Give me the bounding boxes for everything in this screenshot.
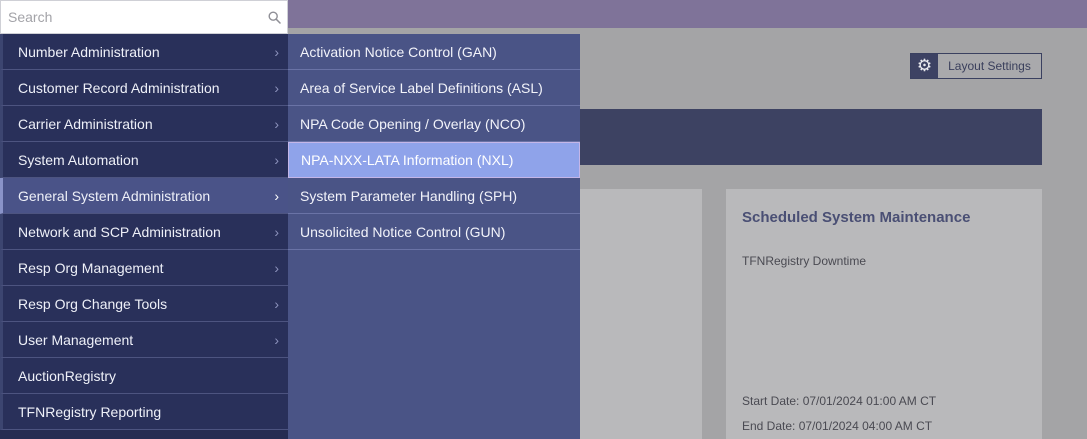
- menu-item-customer-record-administration[interactable]: Customer Record Administration ›: [0, 70, 288, 106]
- menu-item-resp-org-management[interactable]: Resp Org Management ›: [0, 250, 288, 286]
- gear-icon: ⚙: [911, 54, 938, 78]
- menu-item-tfnregistry-reporting[interactable]: TFNRegistry Reporting: [0, 394, 288, 430]
- submenu-item-activation-notice-control[interactable]: Activation Notice Control (GAN): [288, 34, 580, 70]
- menu-item-user-management[interactable]: User Management ›: [0, 322, 288, 358]
- main-menu: Number Administration › Customer Record …: [0, 34, 288, 439]
- menu-item-label: Carrier Administration: [18, 115, 153, 132]
- chevron-right-icon: ›: [274, 295, 279, 312]
- menu-item-label: General System Administration: [18, 187, 211, 204]
- menu-item-label: Customer Record Administration: [18, 79, 220, 96]
- menu-item-label: Resp Org Management: [18, 259, 164, 276]
- chevron-right-icon: ›: [274, 115, 279, 132]
- menu-item-label: User Management: [18, 331, 134, 348]
- dashboard-card: [580, 189, 702, 439]
- search-icon[interactable]: [261, 10, 287, 24]
- menu-item-label: Resp Org Change Tools: [18, 295, 168, 312]
- search-input[interactable]: [1, 1, 261, 33]
- chevron-right-icon: ›: [274, 151, 279, 168]
- submenu-item-npa-code-opening-overlay[interactable]: NPA Code Opening / Overlay (NCO): [288, 106, 580, 142]
- layout-settings-label: Layout Settings: [948, 59, 1031, 73]
- dashboard-banner: [580, 109, 1042, 165]
- layout-settings-button[interactable]: ⚙ Layout Settings: [910, 53, 1042, 79]
- chevron-right-icon: ›: [274, 223, 279, 240]
- menu-item-label: Number Administration: [18, 43, 160, 60]
- submenu-item-area-of-service-label-definitions[interactable]: Area of Service Label Definitions (ASL): [288, 70, 580, 106]
- chevron-right-icon: ›: [274, 79, 279, 96]
- menu-item-label: TFNRegistry Reporting: [18, 403, 162, 420]
- chevron-right-icon: ›: [274, 331, 279, 348]
- menu-item-label: AuctionRegistry: [18, 367, 117, 384]
- menu-item-carrier-administration[interactable]: Carrier Administration ›: [0, 106, 288, 142]
- submenu-item-unsolicited-notice-control[interactable]: Unsolicited Notice Control (GUN): [288, 214, 580, 250]
- maintenance-card: Scheduled System Maintenance TFNRegistry…: [726, 189, 1042, 439]
- menu-item-network-and-scp-administration[interactable]: Network and SCP Administration ›: [0, 214, 288, 250]
- chevron-right-icon: ›: [274, 187, 279, 204]
- menu-item-label: Network and SCP Administration: [18, 223, 221, 240]
- top-bar: [288, 0, 1087, 28]
- menu-item-number-administration[interactable]: Number Administration ›: [0, 34, 288, 70]
- menu-item-general-system-administration[interactable]: General System Administration ›: [0, 178, 288, 214]
- maintenance-card-title: Scheduled System Maintenance: [742, 209, 971, 226]
- maintenance-card-subtitle: TFNRegistry Downtime: [742, 254, 867, 268]
- chevron-right-icon: ›: [274, 259, 279, 276]
- menu-item-system-automation[interactable]: System Automation ›: [0, 142, 288, 178]
- menu-item-auctionregistry[interactable]: AuctionRegistry: [0, 358, 288, 394]
- submenu-general-system-administration: Activation Notice Control (GAN) Area of …: [288, 34, 580, 439]
- maintenance-end-date: End Date: 07/01/2024 04:00 AM CT: [742, 419, 933, 433]
- maintenance-start-date: Start Date: 07/01/2024 01:00 AM CT: [742, 394, 937, 408]
- submenu-item-npa-nxx-lata-information[interactable]: NPA-NXX-LATA Information (NXL): [288, 142, 580, 178]
- menu-item-resp-org-change-tools[interactable]: Resp Org Change Tools ›: [0, 286, 288, 322]
- menu-item-label: System Automation: [18, 151, 139, 168]
- submenu-item-system-parameter-handling[interactable]: System Parameter Handling (SPH): [288, 178, 580, 214]
- search-bar: [0, 0, 288, 34]
- chevron-right-icon: ›: [274, 43, 279, 60]
